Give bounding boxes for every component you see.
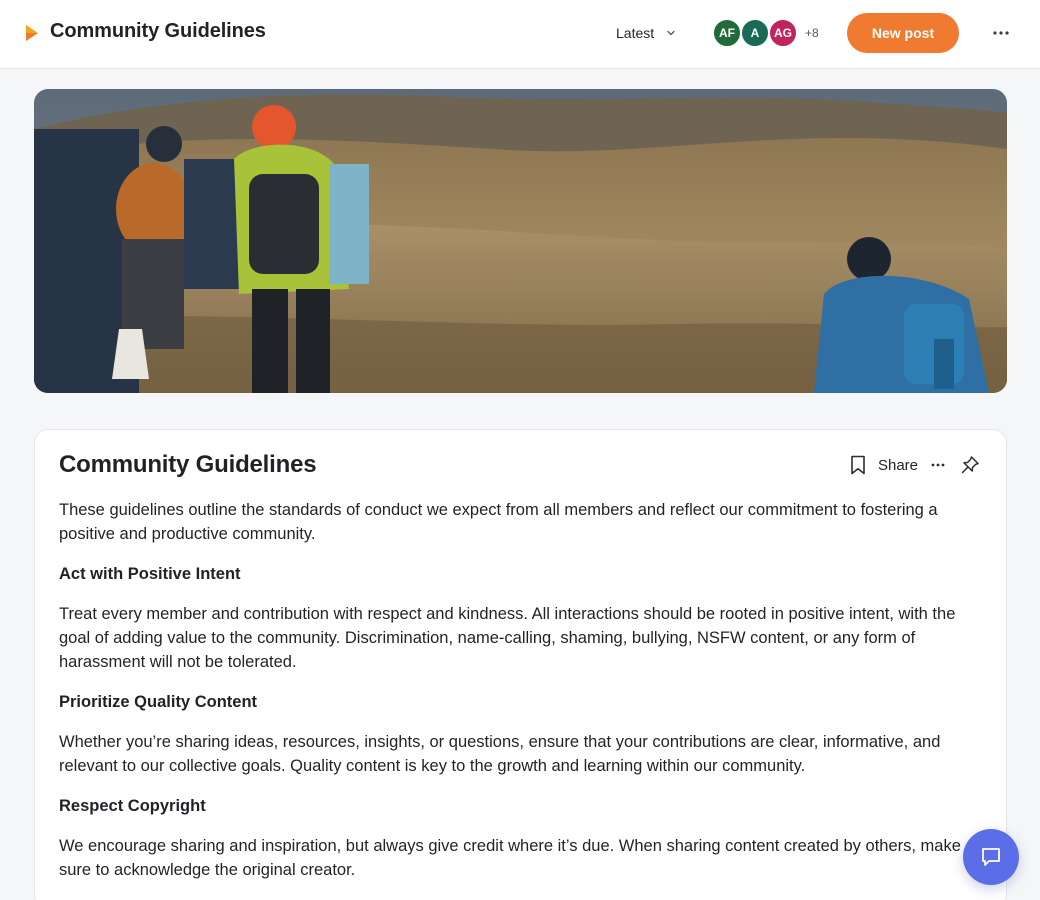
- share-button[interactable]: Share: [878, 457, 918, 474]
- page-title: Community Guidelines: [50, 20, 266, 42]
- sort-dropdown[interactable]: Latest: [616, 22, 676, 44]
- ellipsis-icon: [931, 463, 945, 467]
- new-post-button[interactable]: New post: [847, 13, 959, 53]
- more-options-button[interactable]: [990, 23, 1012, 43]
- cover-image: [34, 89, 1007, 393]
- bookmark-button[interactable]: [850, 455, 866, 475]
- space-play-icon: [26, 25, 38, 41]
- pin-icon: [961, 456, 979, 474]
- top-bar: Community Guidelines Latest AF A AG +8 N…: [0, 0, 1040, 69]
- avatar[interactable]: AF: [712, 18, 742, 48]
- section-heading: Prioritize Quality Content: [59, 693, 258, 711]
- post-body: These guidelines outline the standards o…: [59, 498, 985, 898]
- post-intro: These guidelines outline the standards o…: [59, 501, 938, 543]
- post-card: Community Guidelines Share These guideli…: [34, 429, 1007, 900]
- chat-bubble-icon: [982, 848, 1000, 866]
- avatar[interactable]: AG: [768, 18, 798, 48]
- section-text: Whether you’re sharing ideas, resources,…: [59, 733, 941, 775]
- post-more-button[interactable]: [930, 463, 946, 467]
- ellipsis-icon: [993, 31, 1009, 35]
- section-heading: Act with Positive Intent: [59, 565, 241, 583]
- post-actions: Share: [850, 454, 980, 476]
- member-avatars[interactable]: AF A AG +8: [712, 18, 819, 48]
- section-text: Treat every member and contribution with…: [59, 605, 956, 671]
- post-title: Community Guidelines: [59, 451, 317, 478]
- chevron-down-icon: [667, 30, 675, 36]
- section-heading: Respect Copyright: [59, 797, 206, 815]
- pin-button[interactable]: [960, 455, 980, 475]
- cover-photo: [34, 89, 1007, 393]
- bookmark-icon: [851, 455, 865, 475]
- avatar[interactable]: A: [740, 18, 770, 48]
- member-extra-count[interactable]: +8: [805, 26, 819, 40]
- section-text: We encourage sharing and inspiration, bu…: [59, 837, 961, 879]
- sort-label: Latest: [616, 25, 655, 41]
- chat-button[interactable]: [963, 829, 1019, 885]
